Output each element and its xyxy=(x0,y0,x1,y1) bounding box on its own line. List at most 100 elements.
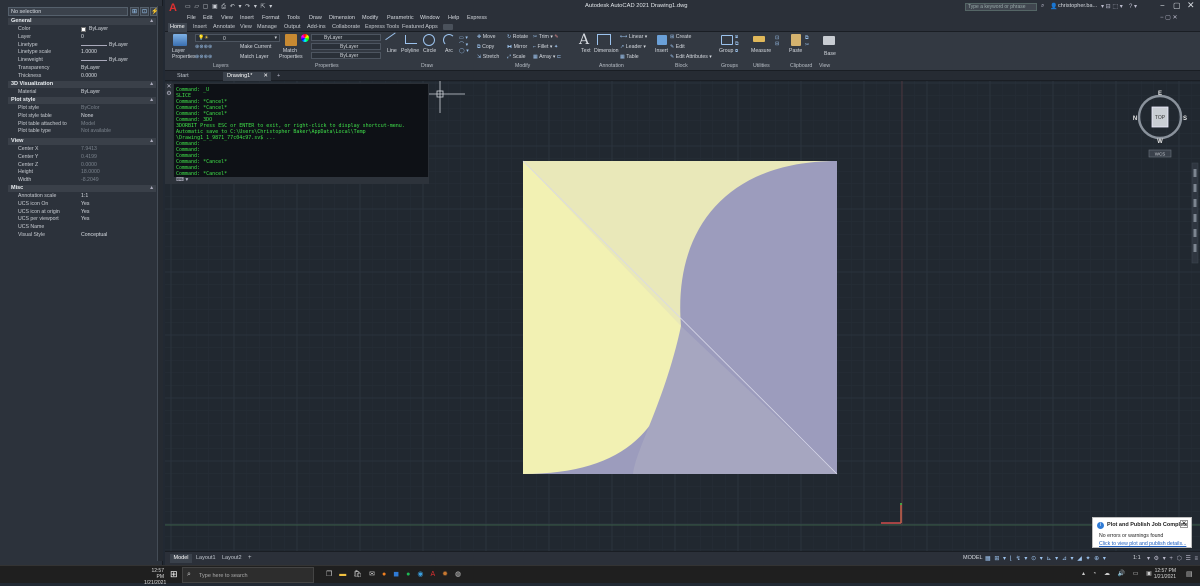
menu-parametric[interactable]: Parametric xyxy=(387,15,414,21)
property-row[interactable]: Plot table type Not available xyxy=(8,128,156,135)
tab-output[interactable]: Output xyxy=(282,24,303,30)
dimension-icon[interactable] xyxy=(597,34,611,45)
nav-tool-icon[interactable] xyxy=(1193,184,1197,192)
leader-button[interactable]: ↗ Leader ▾ xyxy=(620,44,646,50)
linear-button[interactable]: ⟷ Linear ▾ xyxy=(620,34,647,40)
insert-button[interactable]: Insert xyxy=(655,48,668,54)
property-value[interactable]: 7.9413 xyxy=(81,146,97,153)
status-bar-toggles[interactable]: ▦ ⊞ ▾ ⌊ ↯ ▾ ⊙ ▾ ⊾ ▾ ⊿ ▾ ◢ ✦ ⊕ ▾ xyxy=(985,555,1107,562)
panel-label-view[interactable]: View xyxy=(819,63,830,69)
text-button[interactable]: Text xyxy=(581,48,591,54)
make-current-button[interactable]: Make Current xyxy=(240,44,271,50)
collapse-icon[interactable]: ▴ xyxy=(150,185,153,192)
property-value[interactable]: Yes xyxy=(81,209,89,216)
tab-drawing1[interactable]: Drawing1* ✕ xyxy=(223,72,271,81)
edit-attributes-button[interactable]: ✎ Edit Attributes ▾ xyxy=(670,54,712,60)
group-tools-icons[interactable]: ⧈ ⧉ ⧇ xyxy=(735,34,739,55)
close-icon[interactable]: ✕ xyxy=(1180,520,1188,528)
property-row[interactable]: Linetype ByLayer xyxy=(8,42,156,49)
property-row[interactable]: Transparency ByLayer xyxy=(8,65,156,72)
property-value[interactable]: Conceptual xyxy=(81,232,107,239)
add-layout-icon[interactable]: + xyxy=(248,554,252,563)
property-value[interactable]: 0.0000 xyxy=(81,73,97,80)
scale-button[interactable]: ⤢ Scale xyxy=(507,54,526,61)
property-value[interactable]: 18.0000 xyxy=(81,169,100,176)
help-icon[interactable]: ? ▾ xyxy=(1129,3,1137,10)
ribbon-toggle-icon[interactable] xyxy=(443,24,453,30)
toggle-pickadd-icon[interactable]: ⊞ xyxy=(130,7,139,16)
tab-layout2[interactable]: Layout2 xyxy=(222,554,242,563)
property-value[interactable]: 0.4199 xyxy=(81,154,97,161)
property-value[interactable]: 1:1 xyxy=(81,193,88,200)
layer-tools-icons-2[interactable]: ⊛⊛⊛⊛ xyxy=(195,54,212,60)
property-value[interactable]: -8.2049 xyxy=(81,177,99,184)
polyline-icon[interactable] xyxy=(405,35,417,44)
compass-n[interactable]: E xyxy=(1158,91,1162,97)
mirror-button[interactable]: ⧓ Mirror xyxy=(507,44,527,50)
plot-publish-notification[interactable]: i Plot and Publish Job Complete ✕ No err… xyxy=(1092,517,1192,548)
move-button[interactable]: ✥ Move xyxy=(477,34,495,40)
menu-express[interactable]: Express xyxy=(467,15,487,21)
model-space-button[interactable]: MODEL xyxy=(963,555,983,561)
property-row[interactable]: UCS icon On Yes xyxy=(8,201,156,208)
menu-format[interactable]: Format xyxy=(262,15,279,21)
property-row[interactable]: Plot table attached to Model xyxy=(8,121,156,128)
rotate-button[interactable]: ↻ Rotate xyxy=(507,34,528,40)
measure-button[interactable]: Measure xyxy=(751,48,771,54)
clipboard-icons[interactable]: ⧉ ✂ xyxy=(805,35,809,48)
nav-tool-icon[interactable] xyxy=(1193,229,1197,237)
arc-icon[interactable] xyxy=(443,34,455,46)
property-value[interactable]: ByLayer xyxy=(109,57,128,64)
tab-view[interactable]: View xyxy=(238,24,254,30)
section-view[interactable]: View ▴ xyxy=(8,138,156,145)
tab-start[interactable]: Start xyxy=(173,72,221,81)
color-wheel-icon[interactable] xyxy=(301,34,309,42)
section-3d-visualization[interactable]: 3D Visualization ▴ xyxy=(8,81,156,88)
line-icon[interactable] xyxy=(385,32,401,48)
section-misc[interactable]: Misc ▴ xyxy=(8,185,156,192)
property-row[interactable]: Plot style table None xyxy=(8,113,156,120)
trim-button[interactable]: ✂ Trim ▾ ✎ xyxy=(533,34,559,40)
property-row[interactable]: UCS icon at origin Yes xyxy=(8,209,156,216)
compass-w[interactable]: N xyxy=(1133,116,1137,122)
collapse-icon[interactable]: ▴ xyxy=(150,81,153,88)
close-icon[interactable]: ✕ xyxy=(165,83,173,90)
panel-label-utilities[interactable]: Utilities xyxy=(753,63,770,69)
property-value[interactable]: Yes xyxy=(81,201,89,208)
property-row[interactable]: Layer 0 xyxy=(8,34,156,41)
property-row[interactable]: Lineweight ByLayer xyxy=(8,57,156,64)
panel-label-properties[interactable]: Properties xyxy=(315,63,339,69)
selection-dropdown[interactable]: No selection xyxy=(8,7,128,16)
menu-edit[interactable]: Edit xyxy=(203,15,212,21)
circle-icon[interactable] xyxy=(423,34,435,46)
panel-label-block[interactable]: Block xyxy=(675,63,688,69)
circle-button[interactable]: Circle xyxy=(423,48,436,54)
match-layer-button[interactable]: Match Layer xyxy=(240,54,269,60)
user-icon[interactable]: 👤 xyxy=(1050,3,1057,10)
layer-properties-icon[interactable] xyxy=(173,34,187,46)
property-row[interactable]: Material ByLayer xyxy=(8,89,156,96)
property-value[interactable]: Not available xyxy=(81,128,111,135)
system-clock[interactable]: 12:57 PM 1/21/2021 xyxy=(1150,568,1176,580)
search-input[interactable]: Type a keyword or phrase xyxy=(965,3,1037,11)
panel-label-groups[interactable]: Groups xyxy=(721,63,738,69)
property-row[interactable]: Visual Style Conceptual xyxy=(8,232,156,239)
nav-tool-icon[interactable] xyxy=(1193,199,1197,207)
layer-dropdown[interactable]: 💡☀ 0 ▾ xyxy=(195,34,280,42)
user-name[interactable]: christopher.ba... xyxy=(1058,3,1097,9)
menu-file[interactable]: File xyxy=(187,15,196,21)
command-line-input[interactable]: ⌨ ▾ xyxy=(173,177,429,184)
insert-icon[interactable] xyxy=(657,35,667,45)
property-row[interactable]: Plot style ByColor xyxy=(8,105,156,112)
property-value[interactable]: ByLayer xyxy=(81,89,100,96)
autocad-logo-icon[interactable]: A xyxy=(169,2,180,14)
taskbar-apps[interactable]: ❐▬🛍✉●◼●◉A✹◍ xyxy=(326,570,468,578)
linetype-dropdown[interactable]: ByLayer xyxy=(311,52,381,59)
create-block-button[interactable]: ⊞ Create xyxy=(670,34,691,40)
menu-help[interactable]: Help xyxy=(448,15,459,21)
property-row[interactable]: Linetype scale 1.0000 xyxy=(8,49,156,56)
menu-draw[interactable]: Draw xyxy=(309,15,322,21)
close-icon[interactable]: ✕ xyxy=(1187,0,1195,11)
match-properties-icon[interactable] xyxy=(285,34,297,46)
draw-tools-icons[interactable]: ▭ ▾ ⌒ ▾ ◯ ▾ xyxy=(459,35,469,54)
